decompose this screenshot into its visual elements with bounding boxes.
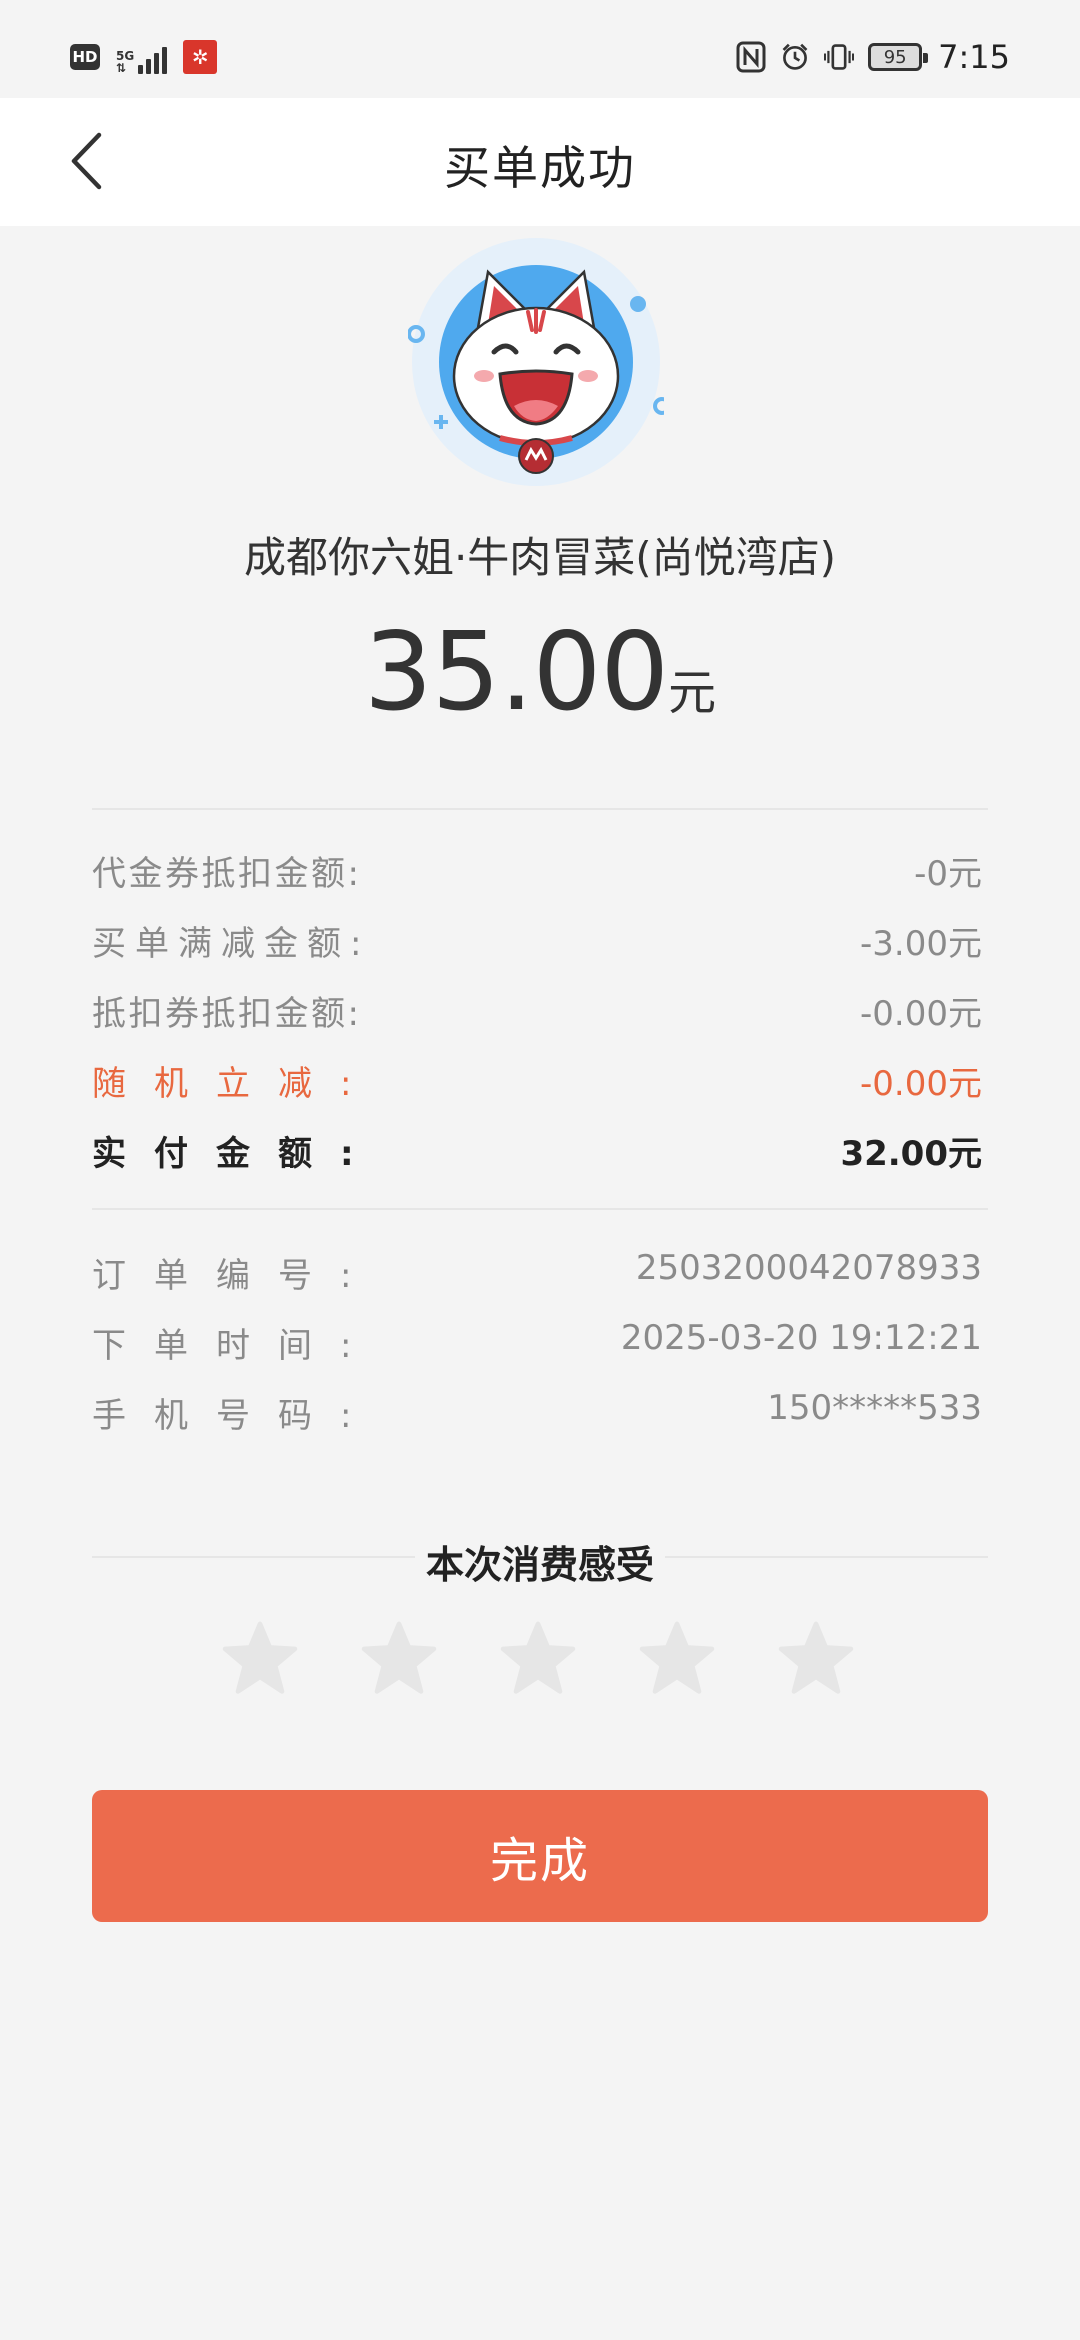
actual-paid-row: 实付金额: 32.00元: [92, 1126, 982, 1176]
row-label: 抵扣券抵扣金额:: [92, 994, 362, 1034]
mascot-cat-icon: [407, 234, 671, 490]
network-label: 5G ⇅: [116, 50, 134, 74]
nav-header: 买单成功: [0, 98, 1080, 226]
page-title: 买单成功: [444, 141, 636, 195]
order-number-row: 订单编号: 2503200042078933: [92, 1248, 982, 1298]
row-label: 买单满减金额:: [92, 924, 371, 964]
alarm-icon: [780, 40, 810, 74]
voucher-deduction-row: 代金券抵扣金额: -0元: [92, 846, 982, 896]
rating-title: 本次消费感受: [425, 1543, 654, 1587]
star-icon[interactable]: [500, 1620, 576, 1696]
battery-level: 95: [883, 46, 907, 68]
row-label: 代金券抵扣金额:: [92, 854, 362, 894]
amount-value: 35.00: [363, 610, 669, 735]
row-value: -3.00元: [860, 924, 982, 964]
row-value: -0.00元: [860, 1064, 982, 1104]
battery-icon: 95: [868, 43, 929, 71]
star-icon[interactable]: [222, 1620, 298, 1696]
row-label: 实付金额:: [92, 1134, 382, 1174]
coupon-deduction-row: 抵扣券抵扣金额: -0.00元: [92, 986, 982, 1036]
star-icon[interactable]: [778, 1620, 854, 1696]
merchant-name: 成都你六姐·牛肉冒菜(尚悦湾店): [243, 533, 837, 582]
full-reduction-row: 买单满减金额: -3.00元: [92, 916, 982, 966]
network-arrows-icon: ⇅: [116, 61, 127, 75]
done-button[interactable]: 完成: [92, 1790, 988, 1922]
order-time-row: 下单时间: 2025-03-20 19:12:21: [92, 1318, 982, 1368]
app-notification-icon: ✲: [183, 40, 218, 74]
hd-icon: HD: [70, 44, 100, 70]
divider: [92, 1208, 988, 1210]
row-value: -0元: [914, 854, 982, 894]
row-label: 手机号码:: [92, 1396, 380, 1436]
row-value: 2503200042078933: [635, 1248, 982, 1288]
signal-group: 5G ⇅: [116, 40, 168, 74]
status-right: 95 7:15: [736, 38, 1010, 76]
row-label: 随机立减:: [92, 1064, 380, 1104]
status-left: HD 5G ⇅ ✲: [70, 40, 218, 74]
amount-unit: 元: [668, 665, 717, 721]
row-label: 下单时间:: [92, 1326, 380, 1366]
row-value: -0.00元: [860, 994, 982, 1034]
status-bar: HD 5G ⇅ ✲ 95 7:15: [0, 0, 1080, 98]
row-value: 32.00元: [840, 1134, 982, 1174]
clock: 7:15: [938, 38, 1010, 76]
signal-strength-icon: [138, 44, 168, 74]
nfc-icon: [736, 40, 766, 74]
star-icon[interactable]: [361, 1620, 437, 1696]
random-discount-row: 随机立减: -0.00元: [92, 1056, 982, 1106]
divider: [92, 808, 988, 810]
paid-amount: 35.00元: [0, 610, 1080, 735]
row-value: 2025-03-20 19:12:21: [620, 1318, 982, 1358]
row-value: 150*****533: [767, 1388, 982, 1428]
phone-number-row: 手机号码: 150*****533: [92, 1388, 982, 1438]
vibrate-icon: [824, 40, 855, 74]
rating-stars: [0, 1620, 1080, 1700]
star-icon[interactable]: [639, 1620, 715, 1696]
row-label: 订单编号:: [92, 1256, 380, 1296]
